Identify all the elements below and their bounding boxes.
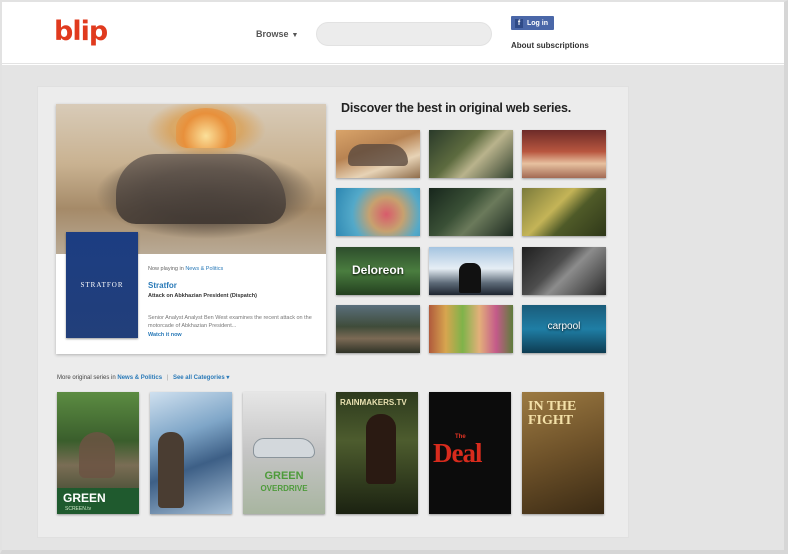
featured-player[interactable]: STRATFOR Now playing in News & Politics … [56, 104, 326, 354]
poster-in-the-fight[interactable]: IN THE FIGHT [522, 392, 604, 514]
watch-it-now-link[interactable]: Watch it now [148, 332, 182, 338]
more-series-prefix: More original series in [57, 375, 116, 381]
show-logo[interactable]: STRATFOR [66, 232, 138, 338]
thumb-silhouette-graphic [459, 263, 481, 293]
poster-rainmakers[interactable]: RAINMAKERS.TV [336, 392, 418, 514]
discover-heading: Discover the best in original web series… [341, 101, 572, 115]
poster-person-graphic [79, 432, 115, 478]
poster-fight-title: IN THE FIGHT [528, 399, 577, 428]
category-link[interactable]: News & Politics [117, 375, 162, 381]
separator: | [166, 375, 169, 381]
poster-2[interactable] [150, 392, 232, 514]
series-thumb-deloreon[interactable]: Deloreon [336, 247, 420, 295]
series-thumb-2[interactable] [429, 130, 513, 178]
search-input[interactable] [316, 22, 492, 46]
poster-car-graphic [253, 438, 315, 458]
show-title-link[interactable]: Stratfor [148, 281, 177, 290]
poster-rainmakers-title: RAINMAKERS.TV [340, 398, 407, 407]
poster-person-graphic [366, 414, 396, 484]
facebook-login-button[interactable]: f Log in [511, 16, 554, 30]
poster-green-title: GREEN [63, 491, 106, 505]
facebook-login-label: Log in [527, 19, 548, 27]
poster-figure-graphic [158, 432, 184, 508]
series-thumb-5[interactable] [429, 188, 513, 236]
poster-overdrive-title: GREEN [264, 470, 304, 482]
browse-label: Browse [256, 29, 289, 39]
burning-car-graphic [116, 154, 286, 224]
see-all-categories-link[interactable]: See all Categories [173, 375, 225, 381]
chevron-down-icon: ▼ [291, 32, 299, 39]
series-thumb-6[interactable] [522, 188, 606, 236]
series-thumb-3[interactable] [522, 130, 606, 178]
browse-menu[interactable]: Browse ▼ [256, 29, 298, 39]
poster-the-deal[interactable]: The Deal [429, 392, 511, 514]
series-thumb-10[interactable] [336, 305, 420, 353]
show-logo-text: STRATFOR [80, 281, 124, 289]
fire-graphic [176, 108, 236, 148]
about-subscriptions-link[interactable]: About subscriptions [511, 41, 589, 50]
series-thumb-4[interactable] [336, 188, 420, 236]
thumb-car-graphic [348, 144, 408, 166]
now-playing-category-link[interactable]: News & Politics [185, 266, 223, 272]
episode-title: Attack on Abkhazian President (Dispatch) [148, 293, 257, 299]
facebook-icon: f [515, 18, 523, 28]
now-playing-text: Now playing in News & Politics [148, 266, 223, 272]
series-thumb-carpool[interactable]: carpool [522, 305, 606, 353]
poster-green-subtitle: SCREEN.tv [65, 506, 92, 512]
series-thumb-8[interactable] [429, 247, 513, 295]
carpool-title: carpool [547, 321, 581, 332]
blip-logo[interactable]: blip [54, 16, 108, 47]
episode-description: Senior Analyst Analyst Ben West examines… [148, 315, 312, 329]
chevron-down-icon[interactable]: ▾ [225, 375, 229, 381]
now-playing-prefix: Now playing in [148, 266, 184, 272]
series-thumb-9[interactable] [522, 247, 606, 295]
poster-overdrive-subtitle: OVERDRIVE [260, 484, 308, 493]
poster-green-overdrive[interactable]: GREEN OVERDRIVE [243, 392, 325, 514]
site-header: blip Browse ▼ f Log in About subscription… [2, 2, 784, 64]
more-series-bar: More original series in News & Politics … [57, 374, 229, 381]
series-thumb-11[interactable] [429, 305, 513, 353]
deloreon-title: Deloreon [351, 263, 404, 277]
poster-deal-title: Deal [433, 438, 482, 468]
poster-green[interactable]: GREEN SCREEN.tv [57, 392, 139, 514]
series-thumb-1[interactable] [336, 130, 420, 178]
